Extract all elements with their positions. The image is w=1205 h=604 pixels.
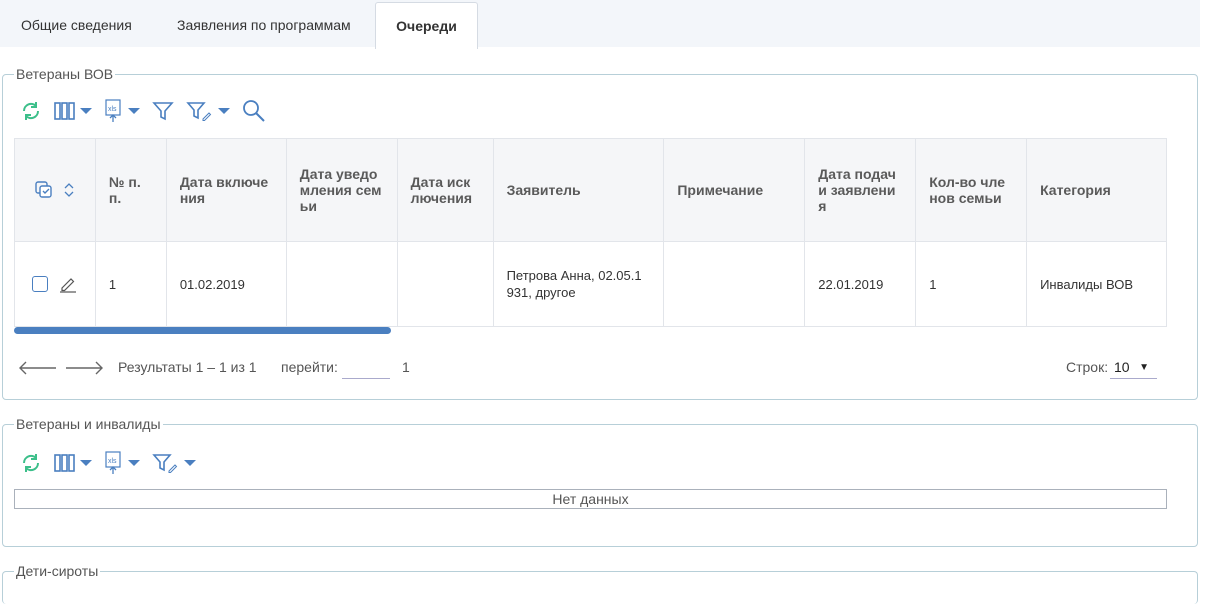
cell-num: 1 <box>94 241 167 327</box>
chevron-down-icon: ▼ <box>1139 362 1149 373</box>
column-header[interactable]: Кол-во чле нов семьи <box>915 138 1028 242</box>
svg-text:xls: xls <box>108 458 117 465</box>
sort-icon[interactable] <box>62 180 76 200</box>
chevron-down-icon[interactable] <box>184 460 196 466</box>
column-header[interactable]: Дата подач и заявлени я <box>804 138 917 242</box>
refresh-icon[interactable] <box>20 451 42 475</box>
current-page: 1 <box>402 359 410 375</box>
cell-date-excl <box>396 241 494 327</box>
no-data-message: Нет данных <box>14 489 1167 509</box>
row-checkbox[interactable] <box>32 276 49 292</box>
svg-text:xls: xls <box>108 106 117 113</box>
cell-note <box>663 241 806 327</box>
column-header[interactable]: Дата уведо мления сем ьи <box>285 138 398 242</box>
tab-queues[interactable]: Очереди <box>375 2 478 49</box>
pager: Результаты 1 – 1 из 1 перейти: 1 Строк: … <box>18 356 1158 380</box>
rows-label: Строк: <box>1066 359 1109 375</box>
refresh-icon[interactable] <box>20 99 42 123</box>
chevron-down-icon[interactable] <box>80 108 92 114</box>
vov-toolbar: xls <box>20 99 278 123</box>
tab-bar: Общие сведения Заявления по программам О… <box>0 0 1200 49</box>
tab-applications[interactable]: Заявления по программам <box>177 0 351 47</box>
chevron-down-icon[interactable] <box>80 460 92 466</box>
column-header[interactable]: Дата включе ния <box>165 138 287 242</box>
section-orphans: Дети-сироты <box>2 563 1198 604</box>
column-header[interactable]: Примечание <box>663 138 806 242</box>
table-header-row: № п. п. Дата включе ния Дата уведо млени… <box>14 138 1167 242</box>
invalids-toolbar: xls <box>20 451 208 475</box>
column-header[interactable]: Категория <box>1026 138 1167 242</box>
horizontal-scrollbar[interactable] <box>14 327 391 334</box>
columns-icon[interactable] <box>54 452 92 474</box>
chevron-down-icon[interactable] <box>218 108 230 114</box>
vov-grid: № п. п. Дата включе ния Дата уведо млени… <box>14 138 1167 328</box>
cell-applicant: Петрова Анна, 02.05.1 931, другое <box>492 241 665 327</box>
section-title: Ветераны ВОВ <box>16 66 114 82</box>
rows-per-page-select[interactable]: 10 ▼ <box>1110 356 1157 379</box>
tab-general[interactable]: Общие сведения <box>21 0 132 47</box>
table-row[interactable]: 1 01.02.2019 Петрова Анна, 02.05.1 931, … <box>14 241 1167 327</box>
select-all-icon[interactable] <box>34 180 54 200</box>
search-icon[interactable] <box>242 99 266 123</box>
edit-icon[interactable] <box>58 274 78 294</box>
cell-family-count: 1 <box>915 241 1028 327</box>
xls-export-icon[interactable]: xls <box>104 451 140 475</box>
results-text: Результаты 1 – 1 из 1 <box>118 359 257 375</box>
column-header[interactable]: № п. п. <box>94 138 167 242</box>
row-actions <box>14 241 96 327</box>
next-page-icon[interactable] <box>64 358 104 378</box>
goto-page-input[interactable] <box>342 356 390 379</box>
data-table: № п. п. Дата включе ния Дата уведо млени… <box>14 138 1167 327</box>
prev-page-icon[interactable] <box>18 358 58 378</box>
column-header[interactable]: Заявитель <box>492 138 665 242</box>
goto-label: перейти: <box>281 359 338 375</box>
column-header[interactable]: Дата иск лючения <box>396 138 494 242</box>
xls-export-icon[interactable]: xls <box>104 99 140 123</box>
filter-edit-icon[interactable] <box>186 100 230 122</box>
cell-date-incl: 01.02.2019 <box>165 241 287 327</box>
filter-edit-icon[interactable] <box>152 452 196 474</box>
columns-icon[interactable] <box>54 100 92 122</box>
chevron-down-icon[interactable] <box>128 108 140 114</box>
header-select <box>14 138 96 242</box>
filter-icon[interactable] <box>152 100 174 122</box>
section-invalids: Ветераны и инвалиды <box>2 416 1198 547</box>
cell-date-submit: 22.01.2019 <box>804 241 917 327</box>
chevron-down-icon[interactable] <box>128 460 140 466</box>
section-title: Дети-сироты <box>16 563 99 579</box>
section-title: Ветераны и инвалиды <box>16 416 161 432</box>
cell-category: Инвалиды ВОВ <box>1026 241 1167 327</box>
cell-date-notify <box>285 241 398 327</box>
rows-value: 10 <box>1114 359 1130 375</box>
